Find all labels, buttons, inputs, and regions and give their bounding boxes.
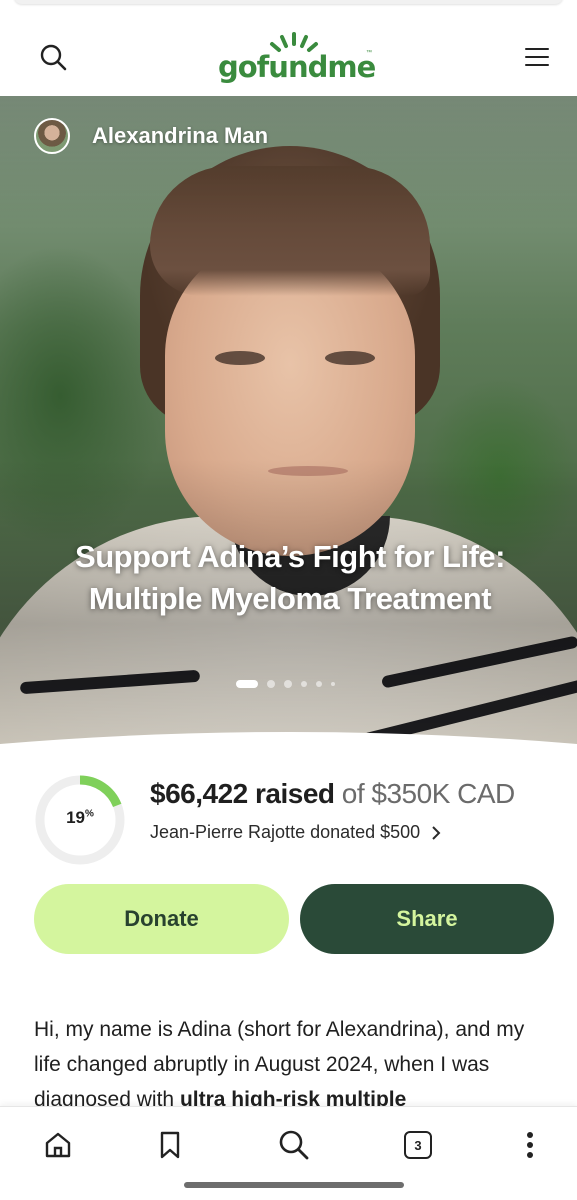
progress-percent: 19%	[34, 808, 126, 828]
progress-percent-sign: %	[85, 808, 94, 820]
browser-top-strip	[0, 0, 577, 8]
progress-percent-value: 19	[66, 808, 85, 827]
recent-donation-link[interactable]: Jean-Pierre Rajotte donated $500	[150, 822, 442, 843]
organizer-chip[interactable]: Alexandrina Man	[34, 118, 268, 154]
hamburger-line	[525, 64, 549, 67]
carousel-dots[interactable]	[236, 680, 335, 688]
carousel-dot[interactable]	[301, 681, 307, 687]
hero-shade-overlay	[0, 96, 577, 756]
hero-bottom-curve	[0, 732, 577, 768]
more-options-button[interactable]	[510, 1125, 550, 1165]
tabs-button[interactable]: 3	[398, 1125, 438, 1165]
hamburger-menu-icon	[525, 48, 549, 51]
campaign-title: Support Adina’s Fight for Life: Multiple…	[75, 539, 505, 616]
hamburger-line	[525, 56, 549, 59]
header-search-button[interactable]	[36, 40, 70, 74]
site-header: gofundme ™	[0, 8, 577, 96]
carousel-dot[interactable]	[316, 681, 322, 687]
search-icon	[40, 44, 67, 71]
organizer-avatar	[34, 118, 70, 154]
amount-raised-line: $66,422 raised of $350K CAD	[150, 778, 515, 810]
story-bold-text: ultra high-risk multiple	[179, 1088, 407, 1108]
gesture-home-indicator[interactable]	[184, 1182, 404, 1188]
address-bar-edge[interactable]	[14, 0, 563, 4]
tab-count-badge: 3	[404, 1131, 432, 1159]
home-button[interactable]	[38, 1125, 78, 1165]
trademark-mark: ™	[366, 50, 372, 56]
bookmark-icon	[160, 1131, 180, 1159]
recent-donation-text: Jean-Pierre Rajotte donated $500	[150, 822, 421, 842]
logo-text: gofundme	[218, 50, 376, 84]
toolbar-search-button[interactable]	[274, 1125, 314, 1165]
more-vertical-icon	[527, 1132, 533, 1158]
search-icon	[279, 1130, 309, 1160]
share-button[interactable]: Share	[300, 884, 554, 954]
goal-amount: of $350K CAD	[334, 778, 516, 809]
carousel-dot-active[interactable]	[236, 680, 258, 688]
campaign-hero-image[interactable]: Alexandrina Man Support Adina’s Fight fo…	[0, 96, 577, 756]
organizer-name: Alexandrina Man	[92, 123, 269, 148]
carousel-dot[interactable]	[284, 680, 292, 688]
home-icon	[45, 1132, 71, 1158]
header-menu-button[interactable]	[520, 42, 554, 72]
donate-button[interactable]: Donate	[34, 884, 289, 954]
carousel-dot[interactable]	[267, 680, 275, 688]
chevron-right-icon	[432, 825, 441, 840]
gofundme-logo[interactable]: gofundme ™	[214, 30, 376, 86]
bookmark-button[interactable]	[150, 1125, 190, 1165]
raised-amount: $66,422 raised	[150, 778, 335, 809]
campaign-story: Hi, my name is Adina (short for Alexandr…	[34, 1012, 554, 1108]
carousel-dot[interactable]	[331, 682, 335, 686]
